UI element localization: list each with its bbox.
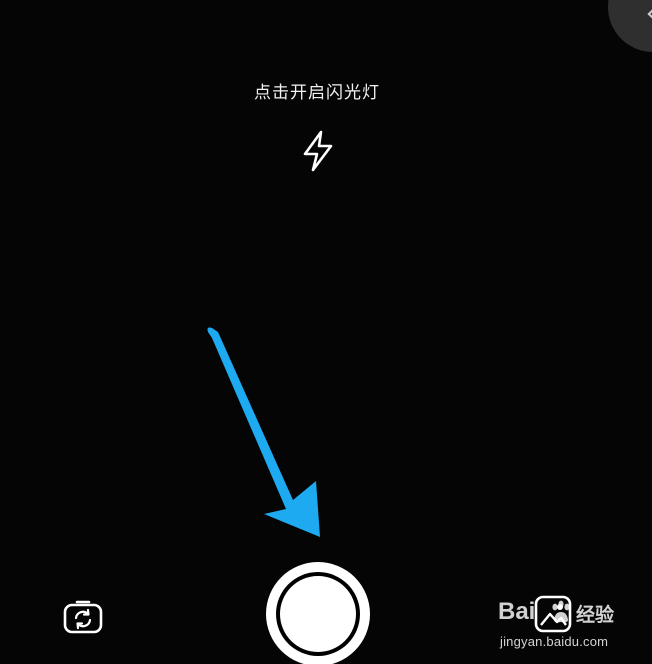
shutter-core xyxy=(280,576,356,652)
camera-viewfinder: 点击开启闪光灯 Bai 经验 jingyan.baidu.com xyxy=(0,0,652,664)
shutter-button[interactable] xyxy=(266,562,370,664)
flash-hint-text: 点击开启闪光灯 xyxy=(254,83,380,103)
chevron-up-icon xyxy=(647,5,652,23)
paw-logo-icon xyxy=(552,600,570,623)
watermark-brand-prefix: Bai xyxy=(498,598,536,625)
camera-switch-icon[interactable] xyxy=(62,596,104,638)
watermark-brand-suffix: 经验 xyxy=(576,604,615,626)
flash-icon[interactable] xyxy=(300,130,336,172)
watermark-url: jingyan.baidu.com xyxy=(500,634,609,649)
top-corner-button[interactable] xyxy=(608,0,652,52)
annotation-arrow xyxy=(207,327,320,537)
shutter-ring xyxy=(276,572,360,656)
baidu-jingyan-watermark: Bai 经验 jingyan.baidu.com xyxy=(498,596,634,654)
